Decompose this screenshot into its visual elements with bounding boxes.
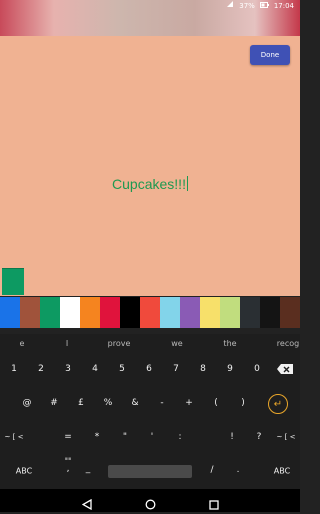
comma-hint: ▪▪ <box>64 456 72 462</box>
key-pound[interactable]: £ <box>78 398 84 408</box>
home-icon[interactable] <box>145 495 156 514</box>
key-hash[interactable]: # <box>50 398 58 408</box>
key-5[interactable]: 5 <box>119 364 125 374</box>
suggestion-item[interactable]: I <box>66 339 68 348</box>
color-swatch[interactable] <box>200 297 220 328</box>
color-swatch[interactable] <box>80 297 100 328</box>
suggestion-item[interactable]: prove <box>108 339 131 348</box>
key-at[interactable]: @ <box>23 398 32 408</box>
back-icon[interactable] <box>81 495 92 514</box>
key-minus[interactable]: - <box>160 398 163 408</box>
key-symbols-toggle-right[interactable]: ~ [ < <box>277 433 296 441</box>
key-9[interactable]: 9 <box>227 364 233 374</box>
color-swatch[interactable] <box>40 297 60 328</box>
color-swatch[interactable] <box>180 297 200 328</box>
key-single-quote[interactable]: ' <box>151 432 153 442</box>
key-6[interactable]: 6 <box>146 364 152 374</box>
status-bar: 37% 17:04 <box>0 0 300 12</box>
navigation-bar <box>0 489 300 512</box>
key-underscore[interactable]: _ <box>86 464 91 474</box>
suggestion-item[interactable]: the <box>223 339 236 348</box>
key-plus[interactable]: + <box>185 398 193 408</box>
color-swatch[interactable] <box>220 297 240 328</box>
key-abc-right[interactable]: ABC <box>274 467 290 476</box>
key-7[interactable]: 7 <box>173 364 179 374</box>
color-swatch[interactable] <box>140 297 160 328</box>
recents-icon[interactable] <box>209 495 219 514</box>
enter-icon[interactable]: ↵ <box>268 394 288 414</box>
text-cursor <box>186 176 188 191</box>
key-4[interactable]: 4 <box>92 364 98 374</box>
suggestion-item[interactable]: recog <box>277 339 299 348</box>
battery-icon <box>259 1 269 10</box>
key-close-paren[interactable]: ) <box>241 398 245 408</box>
color-swatch[interactable] <box>260 297 280 328</box>
key-ampersand[interactable]: & <box>131 398 138 408</box>
key-percent[interactable]: % <box>104 398 113 408</box>
key-equals[interactable]: = <box>64 432 72 442</box>
color-swatch[interactable] <box>240 297 260 328</box>
key-colon[interactable]: : <box>178 432 181 442</box>
canvas-text: Cupcakes!!! <box>112 176 186 192</box>
color-swatch[interactable] <box>280 297 300 328</box>
keyboard: 1 2 3 4 5 6 7 8 9 0 @ # £ % & - + ( ) ↵ … <box>0 355 300 489</box>
signal-icon <box>226 1 234 10</box>
key-8[interactable]: 8 <box>200 364 206 374</box>
color-swatch[interactable] <box>0 297 20 328</box>
key-open-paren[interactable]: ( <box>214 398 218 408</box>
key-exclamation[interactable]: ! <box>230 432 234 442</box>
key-period[interactable]: . <box>237 465 240 475</box>
color-swatch[interactable] <box>120 297 140 328</box>
color-swatch[interactable] <box>160 297 180 328</box>
suggestion-strip: e I prove we the recog <box>0 334 300 355</box>
color-swatch[interactable] <box>20 297 40 328</box>
key-3[interactable]: 3 <box>65 364 71 374</box>
status-time: 17:04 <box>273 1 294 10</box>
key-0[interactable]: 0 <box>254 364 260 374</box>
color-swatch[interactable] <box>100 297 120 328</box>
key-abc[interactable]: ABC <box>16 467 32 476</box>
current-color-swatch[interactable] <box>2 268 24 295</box>
color-swatch[interactable] <box>60 297 80 328</box>
backspace-icon[interactable] <box>276 363 294 375</box>
key-asterisk[interactable]: * <box>95 432 100 442</box>
key-slash[interactable]: / <box>210 465 213 475</box>
key-question[interactable]: ? <box>257 432 262 442</box>
done-button[interactable]: Done <box>250 45 290 65</box>
canvas-text-input[interactable]: Cupcakes!!! <box>0 176 300 192</box>
spacebar[interactable] <box>108 465 192 478</box>
text-canvas[interactable] <box>0 36 300 296</box>
key-comma[interactable]: , <box>67 464 70 474</box>
key-1[interactable]: 1 <box>11 364 17 374</box>
suggestion-item[interactable]: we <box>171 339 182 348</box>
color-palette <box>0 297 300 328</box>
battery-text: 37% <box>239 1 255 10</box>
suggestion-item[interactable]: e <box>20 339 25 348</box>
key-symbols-toggle[interactable]: ~ [ < <box>5 433 24 441</box>
key-double-quote[interactable]: " <box>123 432 127 442</box>
key-2[interactable]: 2 <box>38 364 44 374</box>
